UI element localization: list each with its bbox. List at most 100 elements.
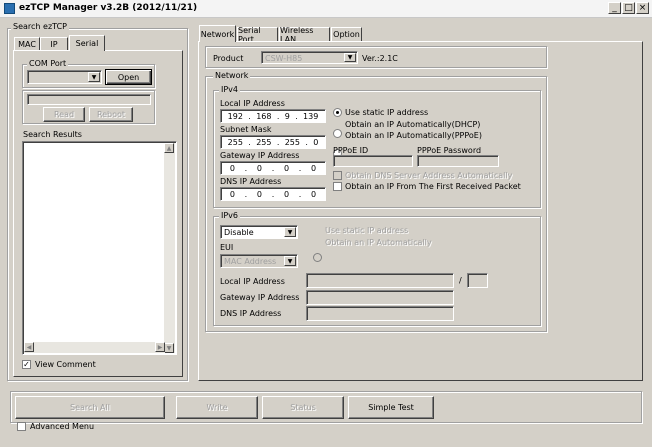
com-port-label: COM Port: [27, 59, 69, 68]
static-ip-label: Use static IP address: [345, 108, 429, 117]
minimize-button[interactable]: _: [608, 2, 621, 14]
ip-octet: 0: [283, 189, 290, 199]
search-results-label: Search Results: [23, 130, 82, 139]
ip-dot: .: [276, 137, 280, 147]
ip-octet: 255: [284, 137, 300, 147]
dns-ip-label: DNS IP Address: [220, 177, 282, 186]
ip-dot: .: [244, 163, 248, 173]
dns-ip-input[interactable]: 0. 0. 0. 0: [220, 187, 326, 201]
open-button[interactable]: Open: [105, 69, 152, 85]
status-button[interactable]: Status: [262, 396, 344, 419]
ip-octet: 255: [227, 137, 243, 147]
window-title: ezTCP Manager v3.2B (2012/11/21): [19, 3, 198, 13]
close-button[interactable]: ×: [636, 2, 649, 14]
ipv6-gateway-input[interactable]: [306, 290, 454, 305]
ip-octet: 0: [283, 163, 290, 173]
ipv6-label: IPv6: [219, 211, 241, 220]
results-hscrollbar[interactable]: ◀ ▶: [24, 342, 165, 353]
tab-serial[interactable]: Serial: [69, 35, 105, 51]
eui-select[interactable]: MAC Address ▼: [220, 254, 298, 268]
scroll-up-icon[interactable]: ▲: [164, 143, 174, 153]
subnet-mask-label: Subnet Mask: [220, 125, 272, 134]
ip-octet: 0: [313, 137, 319, 147]
ip-dot: .: [305, 137, 308, 147]
tab-serial-port[interactable]: Serial Port: [237, 26, 278, 44]
ip-dot: .: [298, 163, 302, 173]
ip-octet: 255: [256, 137, 272, 147]
network-group-label: Network: [213, 71, 251, 80]
pppoe-password-input[interactable]: [417, 155, 499, 167]
advanced-menu-checkbox[interactable]: [17, 422, 26, 431]
obtain-dns-checkbox[interactable]: [333, 171, 342, 180]
tab-mac[interactable]: MAC: [14, 37, 40, 50]
ip-octet: 9: [284, 111, 290, 121]
first-packet-checkbox[interactable]: [333, 182, 342, 191]
chevron-down-icon: ▼: [344, 53, 356, 62]
search-all-button[interactable]: Search All: [15, 396, 165, 419]
gateway-ip-label: Gateway IP Address: [220, 151, 300, 160]
product-select[interactable]: CSW-H85 ▼: [261, 51, 358, 64]
pppoe-id-label: PPPoE ID: [333, 146, 369, 155]
simple-test-button[interactable]: Simple Test: [348, 396, 434, 419]
ip-octet: 168: [256, 111, 272, 121]
ip-dot: .: [248, 137, 251, 147]
tab-wireless-lan[interactable]: Wireless LAN: [279, 26, 330, 44]
ip-octet: 0: [256, 189, 262, 199]
tab-ip[interactable]: IP: [40, 37, 68, 50]
gateway-ip-input[interactable]: 0. 0. 0. 0: [220, 161, 326, 175]
ip-dot: .: [276, 111, 280, 121]
first-packet-label: Obtain an IP From The First Received Pac…: [345, 182, 521, 191]
product-label: Product: [213, 54, 244, 63]
ipv6-dns-input[interactable]: [306, 306, 454, 321]
chevron-down-icon: ▼: [284, 256, 296, 266]
ip-dot: .: [248, 111, 251, 121]
chevron-down-icon: ▼: [284, 227, 296, 237]
ip-dot: .: [271, 163, 275, 173]
product-version: Ver.:2.1C: [362, 54, 398, 63]
dhcp-label: Obtain an IP Automatically(DHCP): [345, 120, 481, 129]
subnet-mask-input[interactable]: 255. 255. 255. 0: [220, 135, 326, 149]
scroll-right-icon[interactable]: ▶: [155, 342, 165, 352]
ip-dot: .: [271, 189, 275, 199]
product-value: CSW-H85: [265, 54, 303, 63]
search-eztcp-label: Search ezTCP: [11, 22, 69, 31]
ipv6-static-radio[interactable]: [313, 253, 322, 262]
com-port-select[interactable]: ▼: [27, 70, 102, 84]
eui-value: MAC Address: [224, 257, 277, 266]
ip-octet: 0: [229, 189, 235, 199]
search-results-list[interactable]: ▲ ▼ ◀ ▶: [22, 141, 177, 355]
tab-option[interactable]: Option: [331, 27, 362, 41]
ipv6-prefix-input[interactable]: [467, 273, 488, 288]
reboot-button[interactable]: Reboot: [89, 107, 133, 122]
ipv6-local-ip-label: Local IP Address: [220, 277, 285, 286]
ip-octet: 0: [310, 163, 317, 173]
obtain-dns-label: Obtain DNS Server Address Automatically: [345, 171, 513, 180]
pppoe-id-input[interactable]: [333, 155, 413, 167]
chevron-down-icon: ▼: [88, 72, 100, 82]
ipv6-local-ip-input[interactable]: [306, 273, 454, 288]
pppoe-password-label: PPPoE Password: [417, 146, 482, 155]
ip-dot: .: [295, 111, 298, 121]
maximize-button[interactable]: □: [622, 2, 635, 14]
tab-network[interactable]: Network: [199, 25, 236, 42]
scroll-down-icon[interactable]: ▼: [164, 343, 174, 353]
advanced-menu-label: Advanced Menu: [30, 422, 95, 431]
ipv6-static-label: Use static IP address: [325, 226, 409, 235]
write-button[interactable]: Write: [176, 396, 258, 419]
ipv6-dns-label: DNS IP Address: [220, 309, 282, 318]
read-button[interactable]: Read: [43, 107, 85, 122]
ip-dot: .: [244, 189, 248, 199]
scroll-left-icon[interactable]: ◀: [24, 342, 34, 352]
ipv6-mode-value: Disable: [224, 228, 254, 237]
ip-octet: 0: [229, 163, 235, 173]
ipv6-mode-select[interactable]: Disable ▼: [220, 225, 298, 239]
results-scrollbar[interactable]: ▲ ▼: [164, 143, 175, 353]
local-ip-input[interactable]: 192. 168. 9. 139: [220, 109, 326, 123]
view-comment-label: View Comment: [35, 360, 96, 369]
pppoe-label: Obtain an IP Automatically(PPPoE): [345, 131, 482, 140]
dhcp-radio[interactable]: [333, 129, 342, 138]
static-ip-radio[interactable]: [333, 108, 342, 117]
view-comment-checkbox[interactable]: ✓: [22, 360, 31, 369]
title-bar: ezTCP Manager v3.2B (2012/11/21) _ □ ×: [0, 0, 652, 18]
ip-octet: 0: [256, 163, 262, 173]
